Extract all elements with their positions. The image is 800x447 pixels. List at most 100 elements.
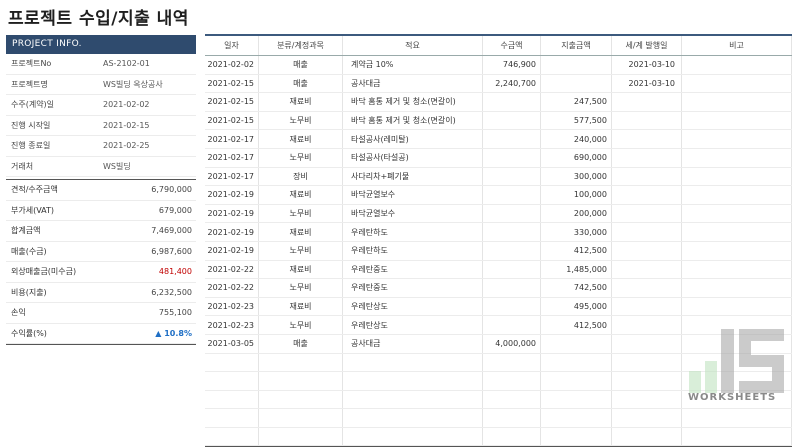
cell-expense[interactable]: 330,000 bbox=[541, 223, 612, 241]
cell-income[interactable] bbox=[483, 372, 541, 390]
cell-date[interactable]: 2021-02-19 bbox=[205, 241, 259, 260]
info-value[interactable]: WS빌딩 bbox=[103, 161, 131, 172]
info-value[interactable]: AS-2102-01 bbox=[103, 59, 150, 68]
info-value[interactable]: WS빌딩 옥상공사 bbox=[103, 79, 163, 90]
cell-date[interactable]: 2021-02-19 bbox=[205, 186, 259, 204]
cell-expense[interactable]: 412,500 bbox=[541, 316, 612, 334]
cell-remarks[interactable] bbox=[682, 186, 792, 204]
cell-date[interactable]: 2021-02-22 bbox=[205, 279, 259, 297]
cell-description[interactable]: 우레탄하도 bbox=[343, 241, 483, 260]
cell-description[interactable]: 바닥 홈통 제거 및 청소(면갈이) bbox=[343, 93, 483, 111]
cell-date[interactable]: 2021-02-17 bbox=[205, 148, 259, 167]
cell-invoice-date[interactable] bbox=[612, 260, 682, 279]
cell-income[interactable] bbox=[483, 130, 541, 148]
cell-date[interactable]: 2021-02-17 bbox=[205, 130, 259, 148]
cell-expense[interactable] bbox=[541, 390, 612, 409]
cell-remarks[interactable] bbox=[682, 297, 792, 316]
cell-invoice-date[interactable] bbox=[612, 427, 682, 446]
cell-description[interactable] bbox=[343, 353, 483, 372]
cell-expense[interactable]: 495,000 bbox=[541, 297, 612, 316]
cell-expense[interactable]: 412,500 bbox=[541, 241, 612, 260]
info-value[interactable]: 2021-02-02 bbox=[103, 100, 150, 109]
cell-date[interactable]: 2021-02-23 bbox=[205, 316, 259, 334]
cell-income[interactable] bbox=[483, 297, 541, 316]
info-value[interactable]: 2021-02-25 bbox=[103, 141, 150, 150]
cell-remarks[interactable] bbox=[682, 56, 792, 74]
cell-description[interactable] bbox=[343, 390, 483, 409]
cell-date[interactable]: 2021-02-15 bbox=[205, 111, 259, 130]
cell-income[interactable] bbox=[483, 111, 541, 130]
cell-remarks[interactable] bbox=[682, 223, 792, 241]
cell-category[interactable]: 노무비 bbox=[259, 316, 343, 334]
cell-expense[interactable] bbox=[541, 409, 612, 427]
cell-category[interactable] bbox=[259, 353, 343, 372]
cell-category[interactable]: 노무비 bbox=[259, 148, 343, 167]
cell-invoice-date[interactable] bbox=[612, 111, 682, 130]
cell-date[interactable] bbox=[205, 427, 259, 446]
cell-category[interactable]: 노무비 bbox=[259, 111, 343, 130]
cell-income[interactable] bbox=[483, 409, 541, 427]
cell-expense[interactable]: 240,000 bbox=[541, 130, 612, 148]
cell-description[interactable]: 바닥균열보수 bbox=[343, 204, 483, 223]
cell-invoice-date[interactable] bbox=[612, 409, 682, 427]
cell-description[interactable]: 우레탄중도 bbox=[343, 279, 483, 297]
cell-invoice-date[interactable] bbox=[612, 167, 682, 186]
cell-income[interactable]: 2,240,700 bbox=[483, 74, 541, 93]
cell-invoice-date[interactable] bbox=[612, 316, 682, 334]
cell-invoice-date[interactable] bbox=[612, 148, 682, 167]
cell-category[interactable]: 장비 bbox=[259, 167, 343, 186]
cell-category[interactable]: 매출 bbox=[259, 334, 343, 353]
cell-income[interactable] bbox=[483, 167, 541, 186]
cell-expense[interactable]: 300,000 bbox=[541, 167, 612, 186]
cell-income[interactable] bbox=[483, 316, 541, 334]
cell-income[interactable] bbox=[483, 93, 541, 111]
cell-expense[interactable] bbox=[541, 353, 612, 372]
cell-income[interactable] bbox=[483, 148, 541, 167]
cell-description[interactable]: 우레탄상도 bbox=[343, 316, 483, 334]
cell-expense[interactable] bbox=[541, 334, 612, 353]
cell-expense[interactable]: 247,500 bbox=[541, 93, 612, 111]
cell-category[interactable] bbox=[259, 390, 343, 409]
cell-date[interactable]: 2021-02-23 bbox=[205, 297, 259, 316]
cell-expense[interactable]: 577,500 bbox=[541, 111, 612, 130]
cell-invoice-date[interactable] bbox=[612, 93, 682, 111]
cell-category[interactable]: 노무비 bbox=[259, 279, 343, 297]
cell-category[interactable] bbox=[259, 372, 343, 390]
cell-remarks[interactable] bbox=[682, 409, 792, 427]
cell-invoice-date[interactable]: 2021-03-10 bbox=[612, 56, 682, 74]
cell-description[interactable] bbox=[343, 409, 483, 427]
cell-description[interactable]: 타설공사(타설공) bbox=[343, 148, 483, 167]
cell-remarks[interactable] bbox=[682, 241, 792, 260]
cell-category[interactable]: 재료비 bbox=[259, 93, 343, 111]
cell-category[interactable]: 재료비 bbox=[259, 260, 343, 279]
cell-income[interactable] bbox=[483, 223, 541, 241]
cell-description[interactable]: 우레탄중도 bbox=[343, 260, 483, 279]
cell-expense[interactable] bbox=[541, 427, 612, 446]
cell-description[interactable]: 공사대금 bbox=[343, 334, 483, 353]
cell-date[interactable]: 2021-02-22 bbox=[205, 260, 259, 279]
cell-remarks[interactable] bbox=[682, 167, 792, 186]
cell-expense[interactable]: 690,000 bbox=[541, 148, 612, 167]
cell-date[interactable]: 2021-02-15 bbox=[205, 93, 259, 111]
cell-income[interactable] bbox=[483, 353, 541, 372]
cell-category[interactable]: 재료비 bbox=[259, 223, 343, 241]
cell-description[interactable]: 공사대금 bbox=[343, 74, 483, 93]
cell-invoice-date[interactable] bbox=[612, 130, 682, 148]
cell-date[interactable]: 2021-02-02 bbox=[205, 56, 259, 74]
info-value[interactable]: 2021-02-15 bbox=[103, 121, 150, 130]
cell-date[interactable] bbox=[205, 409, 259, 427]
cell-expense[interactable] bbox=[541, 372, 612, 390]
cell-income[interactable] bbox=[483, 279, 541, 297]
cell-invoice-date[interactable] bbox=[612, 353, 682, 372]
cell-date[interactable]: 2021-03-05 bbox=[205, 334, 259, 353]
cell-expense[interactable]: 200,000 bbox=[541, 204, 612, 223]
cell-date[interactable]: 2021-02-19 bbox=[205, 223, 259, 241]
cell-expense[interactable]: 1,485,000 bbox=[541, 260, 612, 279]
cell-date[interactable] bbox=[205, 390, 259, 409]
cell-category[interactable] bbox=[259, 409, 343, 427]
cell-remarks[interactable] bbox=[682, 74, 792, 93]
cell-date[interactable] bbox=[205, 353, 259, 372]
cell-income[interactable] bbox=[483, 427, 541, 446]
cell-invoice-date[interactable] bbox=[612, 372, 682, 390]
cell-expense[interactable]: 742,500 bbox=[541, 279, 612, 297]
